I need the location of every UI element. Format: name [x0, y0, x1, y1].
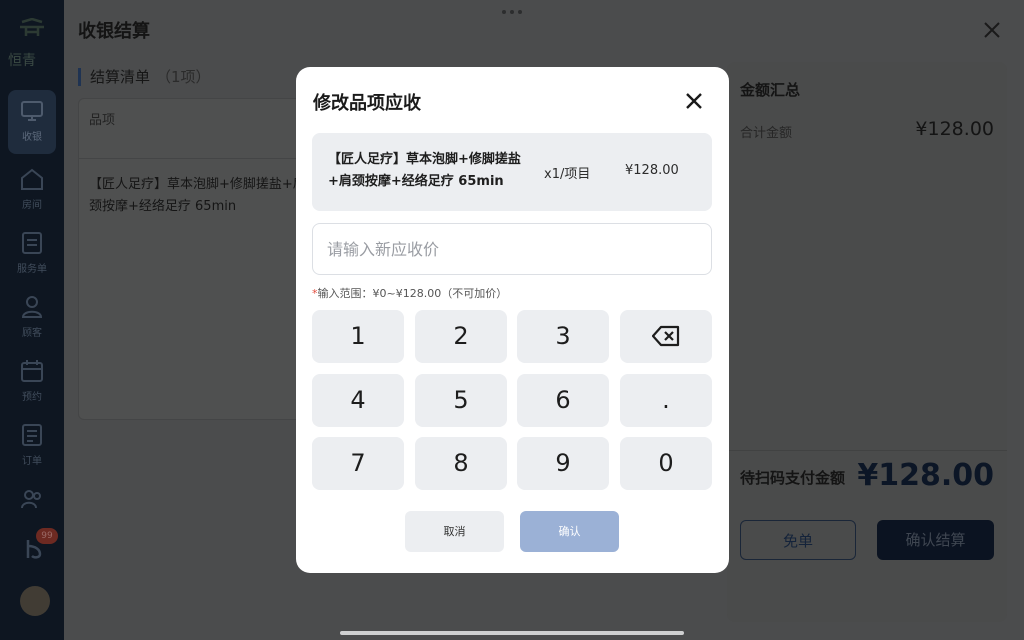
column-header-item: 品项 [89, 113, 116, 128]
keypad-key-decimal[interactable]: . [620, 374, 712, 427]
input-range-hint: *输入范围：¥0~¥128.00（不可加价） [312, 285, 507, 301]
new-price-input[interactable] [312, 223, 712, 275]
sidebar-item-label: 服务单 [17, 264, 47, 275]
dialog-title: 修改品项应收 [313, 93, 421, 114]
cancel-button[interactable]: 取消 [405, 511, 504, 552]
keypad-key-3[interactable]: 3 [517, 310, 609, 363]
cashier-monitor-icon [21, 101, 43, 121]
keypad-key-6[interactable]: 6 [517, 374, 609, 427]
sidebar-item-label: 顾客 [22, 328, 42, 339]
sidebar: 恒青 收银 房间 服务单 顾客 预约 订单 99 [0, 0, 64, 640]
close-icon[interactable] [980, 18, 1004, 42]
keypad-key-0[interactable]: 0 [620, 437, 712, 490]
sidebar-item-cashier[interactable]: 收银 [8, 90, 56, 154]
keypad-key-1[interactable]: 1 [312, 310, 404, 363]
settlement-list-count: （1项） [156, 68, 211, 86]
keypad-key-2[interactable]: 2 [415, 310, 507, 363]
total-amount-value: ¥128.00 [915, 118, 994, 140]
sidebar-item-reservations[interactable]: 预约 [0, 346, 64, 410]
settlement-list-title: 结算清单 （1项） [78, 68, 211, 86]
divider [727, 450, 1007, 451]
sidebar-item-label: 预约 [22, 392, 42, 403]
free-order-button[interactable]: 免单 [740, 520, 856, 560]
sidebar-item-orders[interactable]: 订单 [0, 410, 64, 474]
sidebar-item-rooms[interactable]: 房间 [0, 154, 64, 218]
user-icon [21, 296, 43, 318]
list-item[interactable]: 【匠人足疗】草本泡脚+修脚搓盐+肩颈按摩+经络足疗 65min [89, 174, 309, 218]
pending-payment-value: ¥128.00 [857, 458, 994, 493]
sidebar-item-label: 收银 [22, 132, 42, 143]
settlement-list-label: 结算清单 [90, 68, 151, 86]
keypad-key-4[interactable]: 4 [312, 374, 404, 427]
sidebar-item-customers[interactable]: 顾客 [0, 282, 64, 346]
divider [79, 158, 327, 159]
brand-logo-icon [20, 18, 44, 36]
pending-payment-label: 待扫码支付金额 [740, 469, 846, 487]
confirm-button[interactable]: 确认 [520, 511, 619, 552]
backspace-icon [651, 325, 680, 347]
home-icon [21, 168, 43, 190]
avatar[interactable] [20, 586, 50, 616]
item-name: 【匠人足疗】草本泡脚+修脚搓盐+肩颈按摩+经络足疗 65min [328, 152, 521, 189]
settlement-list [78, 98, 330, 420]
keypad-key-7[interactable]: 7 [312, 437, 404, 490]
keypad-key-8[interactable]: 8 [415, 437, 507, 490]
keypad-key-9[interactable]: 9 [517, 437, 609, 490]
item-price: ¥128.00 [625, 163, 679, 178]
drag-handle[interactable] [502, 10, 522, 14]
sidebar-item-service-orders[interactable]: 服务单 [0, 218, 64, 282]
close-icon[interactable] [682, 89, 706, 113]
item-quantity: x1/项目 [544, 167, 591, 182]
notification-badge: 99 [36, 528, 58, 544]
total-amount-label: 合计金额 [740, 126, 793, 141]
amount-summary-title: 金额汇总 [740, 81, 801, 99]
keypad-key-backspace[interactable] [620, 310, 712, 363]
brand-name: 恒青 [8, 53, 36, 69]
sidebar-item-label: 房间 [22, 200, 42, 211]
item-summary-card: 【匠人足疗】草本泡脚+修脚搓盐+肩颈按摩+经络足疗 65min x1/项目 ¥1… [312, 133, 712, 211]
document-icon [22, 232, 42, 254]
order-icon [22, 424, 42, 446]
keypad-key-5[interactable]: 5 [415, 374, 507, 427]
hint-text: 输入范围：¥0~¥128.00（不可加价） [317, 287, 508, 300]
calendar-icon [21, 360, 43, 382]
confirm-settlement-button[interactable]: 确认结算 [877, 520, 994, 560]
home-indicator[interactable] [340, 631, 684, 635]
staff-icon [21, 490, 41, 509]
page-title: 收银结算 [78, 21, 150, 42]
edit-price-dialog: 修改品项应收 【匠人足疗】草本泡脚+修脚搓盐+肩颈按摩+经络足疗 65min x… [296, 67, 729, 573]
sidebar-item-label: 订单 [22, 456, 42, 467]
